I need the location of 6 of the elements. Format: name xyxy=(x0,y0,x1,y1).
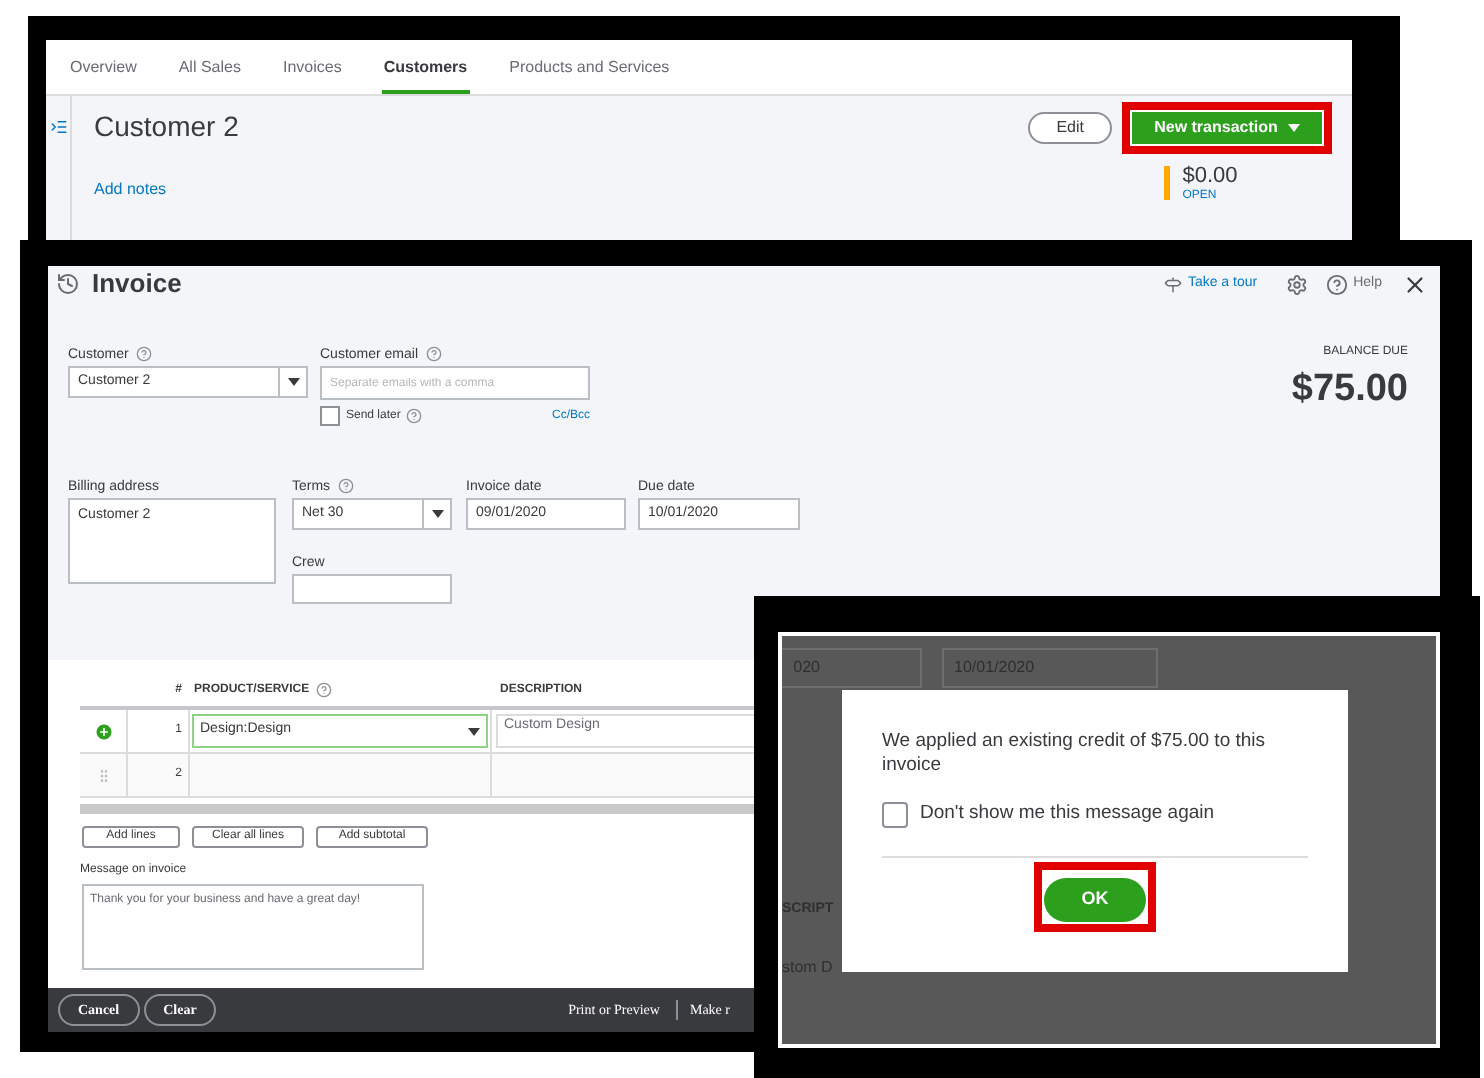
customer-name: Customer 2 xyxy=(94,112,241,140)
invoice-title: Invoice xyxy=(92,266,182,303)
dialog-message: We applied an existing credit of $75.00 to this invoice xyxy=(882,730,1268,778)
dont-show-label: Don't show me this message again xyxy=(920,800,1215,828)
balance-due-amount: $75.00 xyxy=(1291,370,1408,408)
open-amount: $0.00 xyxy=(1182,166,1238,188)
